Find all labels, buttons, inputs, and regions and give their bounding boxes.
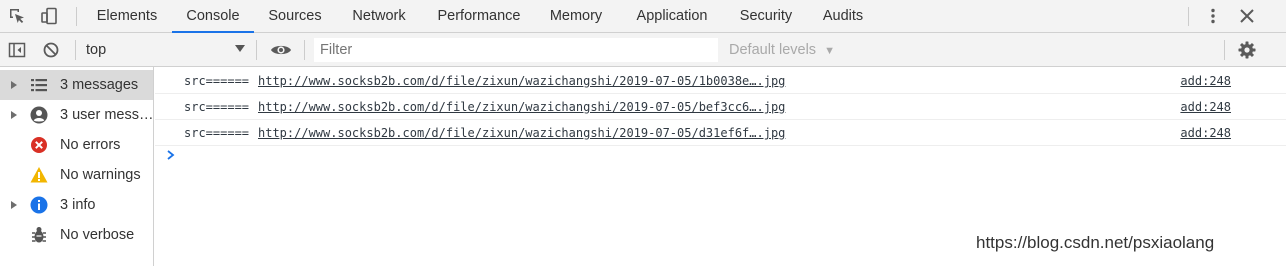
settings-gear-icon[interactable]	[1238, 41, 1256, 59]
sidebar-item-label: No verbose	[60, 227, 135, 243]
log-levels-dropdown[interactable]: Default levels ▼	[729, 33, 835, 67]
console-sidebar: 3 messages 3 user mess… No errors No war…	[0, 67, 154, 266]
sidebar-item-verbose[interactable]: No verbose	[0, 220, 153, 250]
toolbar-divider	[304, 40, 305, 60]
message-source-link[interactable]: add:248	[1180, 121, 1231, 146]
tab-audits[interactable]: Audits	[812, 0, 874, 33]
toolbar-divider	[76, 7, 77, 26]
bug-icon	[32, 227, 46, 243]
show-sidebar-icon[interactable]	[8, 41, 26, 59]
sidebar-item-label: 3 messages	[60, 77, 139, 93]
toolbar-divider	[256, 40, 257, 60]
tab-elements[interactable]: Elements	[86, 0, 168, 33]
info-icon	[30, 196, 48, 214]
console-prompt-icon[interactable]	[165, 148, 177, 162]
device-toolbar-icon[interactable]	[40, 7, 58, 25]
tab-console[interactable]: Console	[172, 0, 254, 33]
close-icon[interactable]	[1238, 7, 1256, 25]
toolbar-divider	[1224, 40, 1225, 60]
sidebar-item-errors[interactable]: No errors	[0, 130, 153, 160]
console-toolbar: top Default levels ▼	[0, 33, 1286, 67]
console-message: src====== http://www.socksb2b.com/d/file…	[155, 95, 1286, 120]
tab-sources[interactable]: Sources	[258, 0, 332, 33]
tab-application[interactable]: Application	[626, 0, 718, 33]
message-text: src======	[184, 74, 250, 88]
clear-console-icon[interactable]	[42, 41, 60, 59]
live-expression-eye-icon[interactable]	[270, 41, 292, 59]
toolbar-divider	[75, 40, 76, 60]
console-message: src====== http://www.socksb2b.com/d/file…	[155, 121, 1286, 146]
expand-arrow-icon[interactable]	[11, 111, 17, 119]
sidebar-item-messages[interactable]: 3 messages	[0, 70, 153, 100]
console-message: src====== http://www.socksb2b.com/d/file…	[155, 69, 1286, 94]
message-url-link[interactable]: http://www.socksb2b.com/d/file/zixun/waz…	[258, 95, 785, 120]
error-icon	[31, 137, 47, 153]
sidebar-item-user-messages[interactable]: 3 user mess…	[0, 100, 153, 130]
devtools-tab-bar: Elements Console Sources Network Perform…	[0, 0, 1286, 33]
context-selector[interactable]: top	[86, 33, 106, 67]
sidebar-item-label: 3 user mess…	[60, 107, 154, 123]
message-source-link[interactable]: add:248	[1180, 69, 1231, 94]
warning-icon	[30, 167, 48, 183]
watermark-text: https://blog.csdn.net/psxiaolang	[976, 233, 1215, 252]
message-source-link[interactable]: add:248	[1180, 95, 1231, 120]
message-url-link[interactable]: http://www.socksb2b.com/d/file/zixun/waz…	[258, 69, 785, 94]
inspect-element-icon[interactable]	[8, 7, 26, 25]
user-icon	[30, 106, 48, 124]
filter-input[interactable]	[314, 38, 718, 62]
dropdown-triangle-icon: ▼	[824, 45, 835, 57]
expand-arrow-icon[interactable]	[11, 201, 17, 209]
tab-performance[interactable]: Performance	[426, 0, 532, 33]
sidebar-item-warnings[interactable]: No warnings	[0, 160, 153, 190]
toolbar-divider	[1188, 7, 1189, 26]
message-url-link[interactable]: http://www.socksb2b.com/d/file/zixun/waz…	[258, 121, 785, 146]
message-text: src======	[184, 100, 250, 114]
tab-security[interactable]: Security	[730, 0, 802, 33]
sidebar-item-label: 3 info	[60, 197, 96, 213]
sidebar-item-label: No errors	[60, 137, 121, 153]
sidebar-item-info[interactable]: 3 info	[0, 190, 153, 220]
more-options-icon[interactable]	[1204, 7, 1222, 25]
tab-network[interactable]: Network	[340, 0, 418, 33]
message-text: src======	[184, 126, 250, 140]
expand-arrow-icon[interactable]	[11, 81, 17, 89]
chevron-down-icon[interactable]	[235, 45, 245, 52]
list-icon	[31, 79, 47, 92]
sidebar-item-label: No warnings	[60, 167, 141, 183]
tab-memory[interactable]: Memory	[540, 0, 612, 33]
log-levels-label: Default levels	[729, 42, 817, 58]
